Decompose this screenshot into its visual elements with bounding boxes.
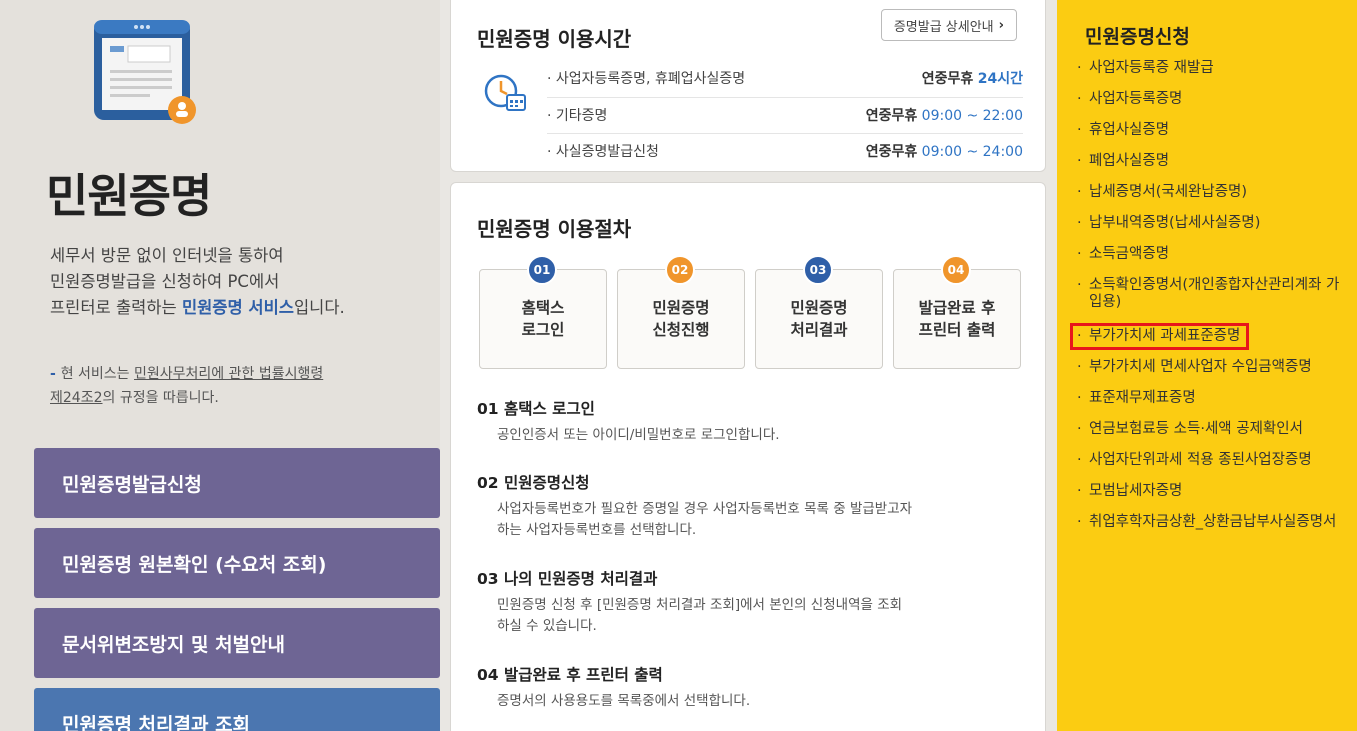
page-title: 민원증명 xyxy=(46,169,212,223)
step-label: 프린터 출력 xyxy=(918,321,996,339)
service-description: 세무서 방문 없이 인터넷을 통하여 민원증명발급을 신청하여 PC에서 프린터… xyxy=(50,243,430,321)
step-label: 민원증명 xyxy=(652,299,710,317)
service-days: 연중무휴 xyxy=(921,71,974,87)
step-number-badge: 02 xyxy=(665,255,695,285)
service-days: 연중무휴 xyxy=(865,107,918,124)
menu-item[interactable]: 연금보험료등 소득·세액 공제확인서 xyxy=(1075,421,1343,438)
service-name: · 사실증명발급신청 xyxy=(547,143,659,160)
desc-line: 민원증명발급을 신청하여 PC에서 xyxy=(50,272,280,291)
section-line: 민원증명 신청 후 [민원증명 처리결과 조회]에서 본인의 신청내역을 조회 xyxy=(497,597,903,613)
forgery-prevention-button[interactable]: 문서위변조방지 및 처벌안내 xyxy=(34,608,440,678)
section-heading: 01 홈택스 로그인 xyxy=(477,400,595,418)
notice-bullet: - xyxy=(50,366,61,382)
menu-item[interactable]: 납세증명서(국세완납증명) xyxy=(1075,184,1343,201)
notice-text: 현 서비스는 xyxy=(60,366,134,382)
service-name: · 사업자등록증명, 휴폐업사실증명 xyxy=(547,71,746,87)
menu-item[interactable]: 소득금액증명 xyxy=(1075,246,1343,263)
section-heading: 02 민원증명신청 xyxy=(477,474,590,492)
menu-item[interactable]: 사업자등록증명 xyxy=(1075,91,1343,108)
service-name: · 기타증명 xyxy=(547,107,608,124)
legal-notice: - 현 서비스는 민원사무처리에 관한 법률시행령 제24조2의 규정을 따릅니… xyxy=(50,362,420,410)
detail-guide-label: 증명발급 상세안내 xyxy=(893,19,994,35)
step-label: 발급완료 후 xyxy=(918,299,996,317)
menu-item[interactable]: 모범납세자증명 xyxy=(1075,483,1343,500)
step-label: 민원증명 xyxy=(790,299,848,317)
original-verify-button[interactable]: 민원증명 원본확인 (수요처 조회) xyxy=(34,528,440,598)
hours-row: · 기타증명 연중무휴 09:00 ~ 22:00 xyxy=(547,97,1023,131)
desc-line: 프린터로 출력하는 민원증명 서비스입니다. xyxy=(50,295,430,321)
left-panel: 민원증명 세무서 방문 없이 인터넷을 통하여 민원증명발급을 신청하여 PC에… xyxy=(0,0,440,731)
step-number-badge: 03 xyxy=(803,255,833,285)
service-time: 24시간 xyxy=(977,71,1023,87)
section-line: 하는 사업자등록번호를 선택합니다. xyxy=(497,522,697,538)
desc-text: 프린터로 출력하는 xyxy=(50,298,182,317)
apply-panel: 민원증명신청 사업자등록증 재발급 사업자등록증명 휴업사실증명 폐업사실증명 … xyxy=(1057,0,1357,731)
section-body: 증명서의 사용용도를 목록중에서 선택합니다. xyxy=(497,691,1017,712)
menu-item-selected[interactable]: 부가가치세 과세표준증명 xyxy=(1069,323,1250,350)
procedure-title: 민원증명 이용절차 xyxy=(477,217,632,241)
menu-item[interactable]: 사업자등록증 재발급 xyxy=(1075,60,1343,77)
hours-title: 민원증명 이용시간 xyxy=(477,27,632,51)
step-label: 로그인 xyxy=(521,321,565,339)
step-label: 처리결과 xyxy=(790,321,848,339)
section-heading: 03 나의 민원증명 처리결과 xyxy=(477,570,658,588)
section-line: 하실 수 있습니다. xyxy=(497,618,597,634)
service-time: 09:00 ~ 24:00 xyxy=(921,143,1023,160)
apply-title: 민원증명신청 xyxy=(1085,26,1190,48)
section-body: 민원증명 신청 후 [민원증명 처리결과 조회]에서 본인의 신청내역을 조회 … xyxy=(497,595,1017,637)
certificate-menu: 사업자등록증 재발급 사업자등록증명 휴업사실증명 폐업사실증명 납세증명서(국… xyxy=(1069,60,1343,545)
section-heading: 04 발급완료 후 프린터 출력 xyxy=(477,666,663,684)
menu-item[interactable]: 표준재무제표증명 xyxy=(1075,390,1343,407)
procedure-card: 민원증명 이용절차 홈택스로그인 01 민원증명신청진행 02 민원증명처리결과… xyxy=(450,182,1046,731)
notice-text: 의 규정을 따릅니다. xyxy=(102,390,219,406)
menu-item[interactable]: 취업후학자금상환_상환금납부사실증명서 xyxy=(1075,514,1343,531)
hours-card: 민원증명 이용시간 증명발급 상세안내 › · 사업자등록증명, 휴폐업사실증명… xyxy=(450,0,1046,172)
notice-line: - 현 서비스는 민원사무처리에 관한 법률시행령 xyxy=(50,362,420,386)
article-link[interactable]: 제24조2 xyxy=(50,390,102,406)
section-line: 증명서의 사용용도를 목록중에서 선택합니다. xyxy=(497,693,751,709)
clock-icon xyxy=(484,74,526,111)
result-inquiry-button[interactable]: 민원증명 처리결과 조회 xyxy=(34,688,440,731)
step-label: 신청진행 xyxy=(652,321,710,339)
menu-item[interactable]: 납부내역증명(납세사실증명) xyxy=(1075,215,1343,232)
law-link[interactable]: 민원사무처리에 관한 법률시행령 xyxy=(134,366,323,382)
section-body: 공인인증서 또는 아이디/비밀번호로 로그인합니다. xyxy=(497,425,1017,446)
desc-text: 입니다. xyxy=(293,298,345,317)
menu-item[interactable]: 폐업사실증명 xyxy=(1075,153,1343,170)
step-label: 홈택스 xyxy=(521,299,565,317)
service-time: 09:00 ~ 22:00 xyxy=(921,107,1023,124)
issue-request-button[interactable]: 민원증명발급신청 xyxy=(34,448,440,518)
section-line: 공인인증서 또는 아이디/비밀번호로 로그인합니다. xyxy=(497,427,780,443)
chevron-right-icon: › xyxy=(998,17,1004,33)
menu-item[interactable]: 부가가치세 면세사업자 수입금액증명 xyxy=(1075,359,1343,376)
desc-line: 세무서 방문 없이 인터넷을 통하여 xyxy=(50,246,284,265)
hours-row: · 사업자등록증명, 휴폐업사실증명 연중무휴 24시간 xyxy=(547,61,1023,95)
menu-item[interactable]: 휴업사실증명 xyxy=(1075,122,1343,139)
step-number-badge: 04 xyxy=(941,255,971,285)
hours-row: · 사실증명발급신청 연중무휴 09:00 ~ 24:00 xyxy=(547,133,1023,167)
section-line: 사업자등록번호가 필요한 증명일 경우 사업자등록번호 목록 중 발급받고자 xyxy=(497,501,913,517)
document-person-icon xyxy=(94,20,196,124)
menu-item[interactable]: 사업자단위과세 적용 종된사업장증명 xyxy=(1075,452,1343,469)
service-days: 연중무휴 xyxy=(865,143,918,160)
detail-guide-button[interactable]: 증명발급 상세안내 › xyxy=(880,9,1017,41)
desc-highlight: 민원증명 서비스 xyxy=(181,298,294,317)
section-body: 사업자등록번호가 필요한 증명일 경우 사업자등록번호 목록 중 발급받고자 하… xyxy=(497,499,1017,541)
step-number-badge: 01 xyxy=(527,255,557,285)
notice-line: 제24조2의 규정을 따릅니다. xyxy=(50,386,420,410)
menu-item[interactable]: 소득확인증명서(개인종합자산관리계좌 가입용) xyxy=(1075,277,1343,311)
